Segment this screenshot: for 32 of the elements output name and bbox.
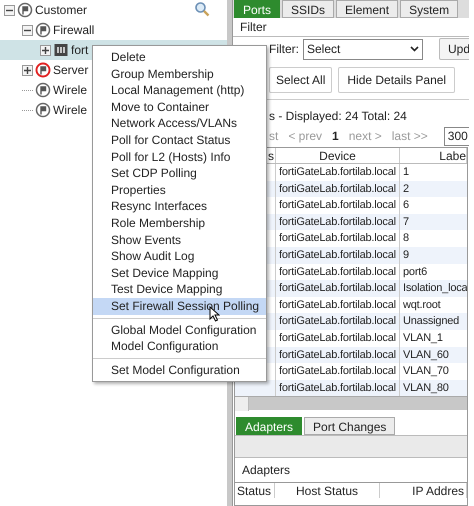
table-cell: 9 bbox=[403, 248, 409, 261]
table-cell: fortiGateLab.fortilab.local bbox=[279, 232, 396, 244]
table-cell: fortiGateLab.fortilab.local bbox=[279, 182, 396, 195]
table-cell: fortiGateLab.fortilab.local bbox=[279, 216, 396, 228]
table-cell: Unassigned bbox=[403, 315, 460, 328]
table-cell: fortiGateLab.fortilab.local bbox=[279, 298, 396, 311]
table-cell: fortiGateLab.fortilab.local bbox=[279, 248, 396, 261]
table-cell: Isolation_loca bbox=[403, 282, 467, 294]
table-cell: 1 bbox=[403, 166, 409, 178]
table-cell: fortiGateLab.fortilab.local bbox=[279, 332, 396, 344]
table-cell: 2 bbox=[403, 182, 409, 195]
table-cell: 8 bbox=[403, 232, 409, 244]
table-cell: VLAN_70 bbox=[403, 365, 449, 378]
table-cell: 6 bbox=[403, 199, 409, 212]
table-cell: fortiGateLab.fortilab.local bbox=[279, 382, 396, 394]
table-cell: VLAN_60 bbox=[403, 348, 449, 361]
adapters-title: Adapters bbox=[242, 462, 290, 479]
table-cell: wqt.root bbox=[403, 298, 441, 311]
filter-title: Filter bbox=[240, 19, 267, 36]
table-cell: fortiGateLab.fortilab.local bbox=[279, 199, 396, 212]
table-cell: VLAN_80 bbox=[403, 382, 449, 394]
table-cell: fortiGateLab.fortilab.local bbox=[279, 266, 396, 278]
table-cell: 7 bbox=[403, 216, 409, 228]
table-cell: fortiGateLab.fortilab.local bbox=[279, 166, 396, 178]
table-cell: port6 bbox=[403, 266, 428, 278]
table-cell: VLAN_1 bbox=[403, 332, 443, 344]
table-cell: fortiGateLab.fortilab.local bbox=[279, 315, 396, 328]
filter-label: Filter: bbox=[269, 41, 299, 58]
summary-text: s - Displayed: 24 Total: 24 bbox=[269, 108, 407, 125]
table-cell: fortiGateLab.fortilab.local bbox=[279, 282, 396, 294]
table-cell: fortiGateLab.fortilab.local bbox=[279, 365, 396, 378]
table-cell: fortiGateLab.fortilab.local bbox=[279, 348, 396, 361]
